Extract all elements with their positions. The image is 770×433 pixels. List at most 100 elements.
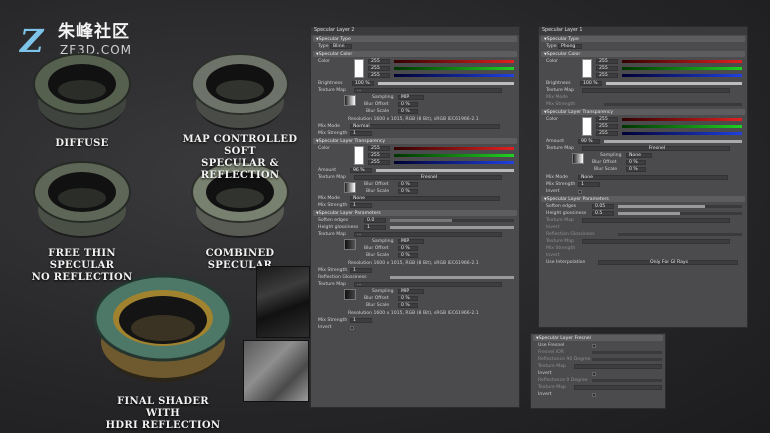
red-slider[interactable] <box>622 60 742 63</box>
red-field[interactable]: 255 <box>368 59 390 64</box>
section-specular-fresnel[interactable]: Specular Layer Fresnel <box>533 335 663 341</box>
section-specular-transparency[interactable]: Specular Layer Transparency <box>541 109 745 115</box>
blur-offset-field[interactable]: 0 % <box>398 102 418 107</box>
texture-map-field[interactable] <box>582 88 730 93</box>
transp-mix-strength-field[interactable]: 1 <box>350 203 372 208</box>
section-specular-color[interactable]: Specular Color <box>541 51 745 57</box>
params-mix-strength-field[interactable]: 1 <box>350 268 372 273</box>
height-glossiness-slider[interactable] <box>390 226 514 229</box>
transp-green-field[interactable]: 255 <box>368 153 390 158</box>
section-specular-parameters[interactable]: Specular Layer Parameters <box>313 210 517 216</box>
transp-red-field[interactable]: 255 <box>368 146 390 151</box>
transp-blue-field[interactable]: 255 <box>368 160 390 165</box>
refl-blur-scale-field[interactable]: 0 % <box>398 303 418 308</box>
amount-field[interactable]: 96 % <box>350 168 372 173</box>
transp-color-swatch[interactable] <box>354 146 364 165</box>
type-dropdown[interactable]: Blinn <box>330 44 352 49</box>
green-slider[interactable] <box>394 67 514 70</box>
fresnel-invert-1-checkbox[interactable] <box>592 372 596 376</box>
transp-mix-mode-dropdown[interactable]: None <box>578 175 728 180</box>
amount-field[interactable]: 90 % <box>578 139 600 144</box>
height-glossiness-field[interactable]: 0.5 <box>592 211 614 216</box>
transp-green-slider[interactable] <box>622 125 742 128</box>
transp-red-field[interactable]: 255 <box>596 117 618 122</box>
green-field[interactable]: 255 <box>596 66 618 71</box>
mix-strength-slider[interactable] <box>604 103 742 106</box>
transp-red-slider[interactable] <box>622 118 742 121</box>
fresnel-invert-2-checkbox[interactable] <box>592 393 596 397</box>
refl-blur-offset-field[interactable]: 0 % <box>398 296 418 301</box>
transp-texture-field[interactable]: Fresnel <box>354 175 502 180</box>
soften-edges-field[interactable]: 0.05 <box>592 204 614 209</box>
brightness-field[interactable]: 100 % <box>580 81 602 86</box>
use-fresnel-checkbox[interactable] <box>592 344 596 348</box>
red-field[interactable]: 255 <box>596 59 618 64</box>
reflection-glossiness-slider[interactable] <box>390 276 514 279</box>
refl-mix-strength-field[interactable]: 1 <box>350 318 372 323</box>
transp-mix-mode-dropdown[interactable]: None <box>350 196 500 201</box>
transp-texture-field[interactable]: Fresnel <box>582 146 730 151</box>
soften-edges-field[interactable]: 0.0 <box>364 218 386 223</box>
soften-edges-slider[interactable] <box>618 205 742 208</box>
blue-field[interactable]: 255 <box>596 73 618 78</box>
height-glossiness-slider[interactable] <box>618 212 742 215</box>
params-blur-offset-field[interactable]: 0 % <box>398 246 418 251</box>
transp-blur-scale-field[interactable]: 0 % <box>398 189 418 194</box>
height-glossiness-field[interactable]: 1 <box>364 225 386 230</box>
reflectance-0-slider[interactable] <box>592 379 662 382</box>
invert-checkbox[interactable] <box>350 326 354 330</box>
sampling-dropdown[interactable]: MIP <box>398 95 424 100</box>
amount-slider[interactable] <box>376 169 514 172</box>
params-blur-scale-field[interactable]: 0 % <box>398 253 418 258</box>
mix-strength-field[interactable]: 1 <box>350 131 372 136</box>
green-slider[interactable] <box>622 67 742 70</box>
transp-blue-slider[interactable] <box>394 161 514 164</box>
green-field[interactable]: 255 <box>368 66 390 71</box>
reflection-glossiness-slider[interactable] <box>618 233 742 236</box>
reflectance-90-slider[interactable] <box>592 358 662 361</box>
transp-sampling-dropdown[interactable]: None <box>626 153 652 158</box>
transp-blur-offset-field[interactable]: 0 % <box>626 160 646 165</box>
transp-blue-field[interactable]: 255 <box>596 131 618 136</box>
blue-slider[interactable] <box>622 74 742 77</box>
soften-edges-slider[interactable] <box>390 219 514 222</box>
section-specular-transparency[interactable]: Specular Layer Transparency <box>313 138 517 144</box>
section-specular-parameters[interactable]: Specular Layer Parameters <box>541 196 745 202</box>
red-slider[interactable] <box>394 60 514 63</box>
color-swatch[interactable] <box>582 59 592 78</box>
fresnel-texture-2-field[interactable] <box>574 385 662 390</box>
texture-map-field[interactable]: ... <box>354 88 502 93</box>
section-specular-type[interactable]: Specular Type <box>541 36 745 42</box>
transp-green-field[interactable]: 255 <box>596 124 618 129</box>
blue-slider[interactable] <box>394 74 514 77</box>
brightness-slider[interactable] <box>606 82 742 85</box>
refl-sampling-dropdown[interactable]: MIP <box>398 289 424 294</box>
invert-checkbox[interactable] <box>578 190 582 194</box>
brightness-slider[interactable] <box>378 82 514 85</box>
params-sampling-dropdown[interactable]: MIP <box>398 239 424 244</box>
section-specular-color[interactable]: Specular Color <box>313 51 517 57</box>
brightness-field[interactable]: 100 % <box>352 81 374 86</box>
mix-mode-dropdown[interactable]: Normal <box>350 124 500 129</box>
transp-mix-strength-field[interactable]: 1 <box>578 182 600 187</box>
transp-blur-scale-field[interactable]: 0 % <box>626 167 646 172</box>
transp-red-slider[interactable] <box>394 147 514 150</box>
refl-texture-field[interactable]: ... <box>354 282 502 287</box>
transp-color-swatch[interactable] <box>582 117 592 136</box>
use-interpolation-dropdown[interactable]: Only For GI Rays <box>598 260 738 265</box>
refl-texture-field[interactable] <box>582 239 730 244</box>
fresnel-ior-slider[interactable] <box>592 351 662 354</box>
params-texture-field[interactable]: ... <box>354 232 502 237</box>
params-texture-field[interactable] <box>582 218 730 223</box>
transp-green-slider[interactable] <box>394 154 514 157</box>
color-swatch[interactable] <box>354 59 364 78</box>
params-blur-scale-label: Blur Scale <box>366 253 390 258</box>
blue-field[interactable]: 255 <box>368 73 390 78</box>
type-dropdown[interactable]: Phong <box>558 44 582 49</box>
transp-blue-slider[interactable] <box>622 132 742 135</box>
section-specular-type[interactable]: Specular Type <box>313 36 517 42</box>
blur-scale-field[interactable]: 0 % <box>398 109 418 114</box>
fresnel-texture-1-field[interactable] <box>574 364 662 369</box>
amount-slider[interactable] <box>604 140 742 143</box>
transp-blur-offset-field[interactable]: 0 % <box>398 182 418 187</box>
